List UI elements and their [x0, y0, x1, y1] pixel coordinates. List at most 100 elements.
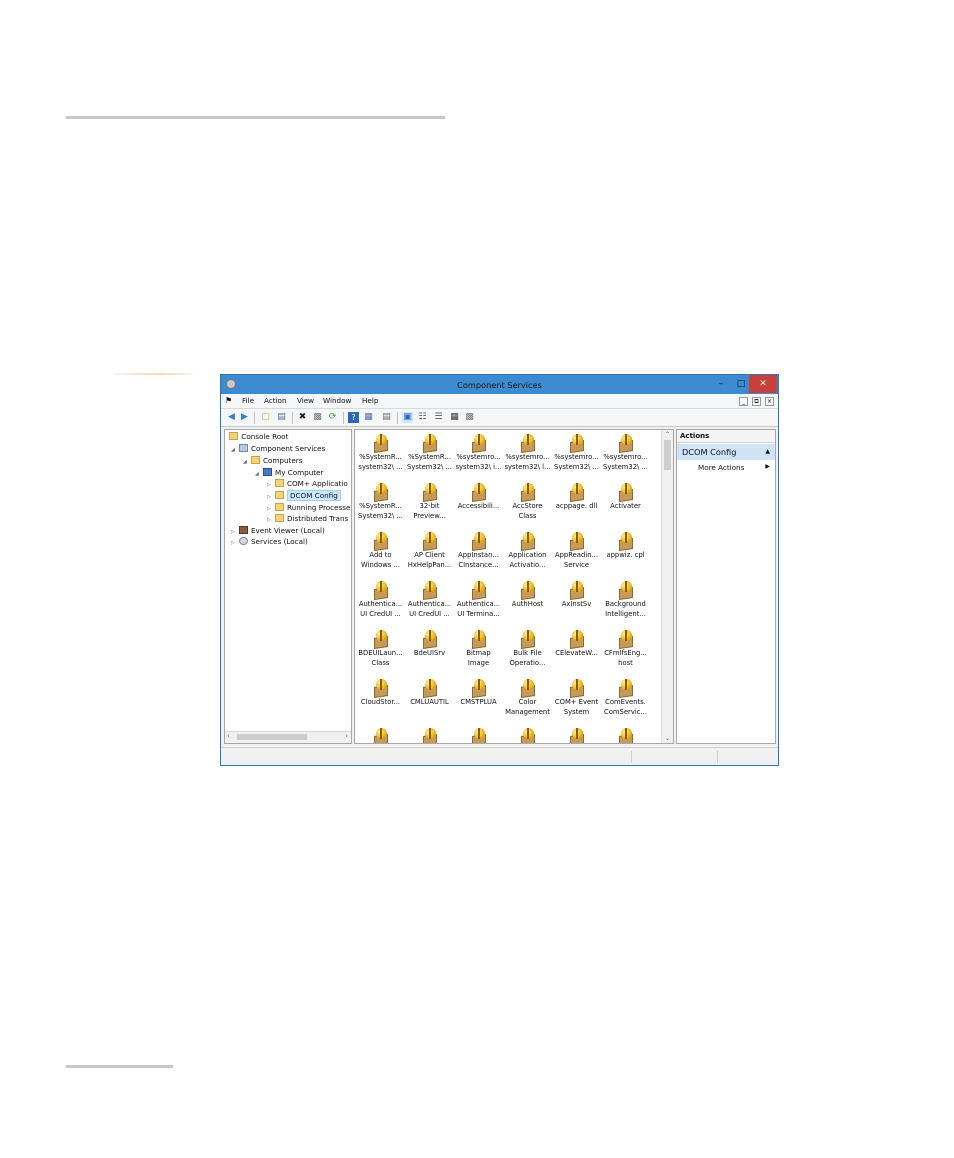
list-item[interactable]: CloudStor...	[356, 678, 405, 708]
tree-horizontal-scrollbar[interactable]: ‹ ›	[225, 731, 351, 743]
list-item[interactable]: AxInstSv	[552, 580, 601, 610]
help-icon[interactable]: ?	[348, 412, 359, 423]
tree-label: Event Viewer (Local)	[251, 526, 325, 535]
list-item[interactable]	[454, 727, 503, 743]
more-actions-link[interactable]: More Actions	[698, 463, 744, 472]
tree-item-dcom-config[interactable]: ▷ DCOM Config	[267, 490, 341, 501]
list-item[interactable]: %SystemR... System32\ ...	[405, 433, 454, 472]
list-item[interactable]: Authentica... UI Termina...	[454, 580, 503, 619]
list-item[interactable]: AP Client HxHelpPan...	[405, 531, 454, 570]
list-item[interactable]	[601, 727, 650, 743]
tree-item-computers[interactable]: ◢ Computers	[243, 455, 302, 466]
console-tree-pane[interactable]: Console Root ◢ Component Services ◢ Comput…	[224, 429, 352, 744]
menu-help[interactable]: Help	[362, 396, 378, 405]
list-view-icon[interactable]: ☰	[433, 412, 444, 423]
detail-view-icon[interactable]: ▦	[449, 412, 460, 423]
tree-item-event-viewer[interactable]: ▷ Event Viewer (Local)	[231, 525, 325, 536]
scroll-down-icon[interactable]: ⌄	[662, 735, 673, 742]
list-item[interactable]	[503, 727, 552, 743]
console-menu-icon[interactable]: ⚑	[225, 396, 232, 405]
list-vertical-scrollbar[interactable]: ⌃ ⌄	[661, 430, 673, 743]
properties-icon[interactable]: ▩	[312, 412, 323, 423]
list-item[interactable]: AuthHost	[503, 580, 552, 610]
small-icons-view-icon[interactable]: ☷	[417, 412, 428, 423]
actions-section-dcom-config[interactable]: DCOM Config ▲	[677, 444, 775, 460]
list-item[interactable]: BdeUISrv	[405, 629, 454, 659]
list-item[interactable]: CMSTPLUA	[454, 678, 503, 708]
mdi-restore-button[interactable]: ⧉	[752, 397, 761, 406]
list-item[interactable]: acppage. dll	[552, 482, 601, 512]
tree-item-com-applications[interactable]: ▷ COM+ Applicatio	[267, 478, 348, 489]
large-icons-view-icon[interactable]: ▣	[402, 412, 413, 423]
show-hide-action-pane-icon[interactable]: ▦	[363, 412, 374, 423]
list-item[interactable]: Authentica... UI CredUI ...	[405, 580, 454, 619]
list-item[interactable]: %systemro... system32\ l...	[503, 433, 552, 472]
list-item[interactable]: Accessibili...	[454, 482, 503, 512]
list-item[interactable]: %systemro... System32\ ...	[552, 433, 601, 472]
list-item[interactable]: AccStore Class	[503, 482, 552, 521]
scroll-right-icon[interactable]: ›	[345, 732, 348, 740]
delete-icon[interactable]: ✖	[297, 412, 308, 423]
expanded-arrow-icon[interactable]: ◢	[243, 457, 251, 468]
list-item[interactable]: %systemro... system32\ i...	[454, 433, 503, 472]
export-list-icon[interactable]: ▤	[381, 412, 392, 423]
list-item[interactable]: Background Intelligent...	[601, 580, 650, 619]
collapsed-arrow-icon[interactable]: ▷	[231, 538, 239, 549]
tree-item-my-computer[interactable]: ◢ My Computer	[255, 467, 323, 478]
minimize-button[interactable]: –	[711, 375, 731, 393]
show-hide-tree-icon[interactable]: ▤	[276, 412, 287, 423]
list-item[interactable]: CElevateW...	[552, 629, 601, 659]
menu-action[interactable]: Action	[264, 396, 287, 405]
scrollbar-thumb[interactable]	[664, 440, 671, 470]
list-item[interactable]: Application Activatio...	[503, 531, 552, 570]
list-item[interactable]: BDEUILaun... Class	[356, 629, 405, 668]
refresh-icon[interactable]: ⟳	[327, 412, 338, 423]
list-item[interactable]: %systemro... System32\ ...	[601, 433, 650, 472]
menu-window[interactable]: Window	[323, 396, 351, 405]
list-item[interactable]	[552, 727, 601, 743]
list-item[interactable]	[405, 727, 454, 743]
mdi-close-button[interactable]: ×	[765, 397, 774, 406]
list-item[interactable]: Activater	[601, 482, 650, 512]
expanded-arrow-icon[interactable]: ◢	[231, 445, 239, 456]
forward-icon[interactable]: ▶	[239, 412, 250, 423]
list-item[interactable]: Authentica... UI CredUI ...	[356, 580, 405, 619]
maximize-button[interactable]: □	[731, 375, 751, 393]
menu-file[interactable]: File	[242, 396, 254, 405]
tree-item-console-root[interactable]: Console Root	[227, 431, 288, 442]
list-item[interactable]: CFmIfsEng... host	[601, 629, 650, 668]
list-item[interactable]: 32-bit Preview...	[405, 482, 454, 521]
dcom-object-list[interactable]: %SystemR... system32\ ... %SystemR... Syste…	[354, 429, 674, 744]
close-button[interactable]: ✕	[749, 375, 777, 393]
tree-item-distributed-transactions[interactable]: ▷ Distributed Trans	[267, 513, 348, 524]
mdi-minimize-button[interactable]: _	[739, 397, 748, 406]
tree-item-services[interactable]: ▷ Services (Local)	[231, 536, 308, 547]
submenu-arrow-icon[interactable]: ▶	[765, 463, 770, 470]
list-item[interactable]: Bulk File Operatio...	[503, 629, 552, 668]
list-item[interactable]: AppReadin... Service	[552, 531, 601, 570]
collapse-arrow-icon[interactable]: ▲	[765, 444, 770, 460]
tree-item-component-services[interactable]: ◢ Component Services	[231, 443, 325, 454]
list-item[interactable]: ComEvents. ComServic...	[601, 678, 650, 717]
item-name-line1: %SystemR...	[359, 502, 402, 510]
list-item[interactable]	[356, 727, 405, 743]
list-item[interactable]: %SystemR... system32\ ...	[356, 433, 405, 472]
list-item[interactable]: CMLUAUTIL	[405, 678, 454, 708]
list-item[interactable]: %SystemR... System32\ ...	[356, 482, 405, 521]
scrollbar-thumb[interactable]	[237, 734, 307, 740]
back-icon[interactable]: ◀	[226, 412, 237, 423]
list-item[interactable]: Color Management	[503, 678, 552, 717]
custom-view-icon[interactable]: ▩	[464, 412, 475, 423]
up-folder-icon[interactable]: ▢	[260, 412, 271, 423]
list-item[interactable]: COM+ Event System	[552, 678, 601, 717]
list-item[interactable]: Bitmap Image	[454, 629, 503, 668]
list-item[interactable]: AppInstan... CInstance...	[454, 531, 503, 570]
scroll-up-icon[interactable]: ⌃	[662, 431, 673, 438]
list-item[interactable]: appwiz. cpl	[601, 531, 650, 561]
tree-item-running-processes[interactable]: ▷ Running Processe	[267, 502, 350, 513]
scroll-left-icon[interactable]: ‹	[227, 732, 230, 740]
list-item[interactable]: Add to Windows ...	[356, 531, 405, 570]
menu-view[interactable]: View	[297, 396, 314, 405]
expanded-arrow-icon[interactable]: ◢	[255, 469, 263, 480]
title-bar[interactable]: Component Services – □ ✕	[221, 375, 778, 394]
